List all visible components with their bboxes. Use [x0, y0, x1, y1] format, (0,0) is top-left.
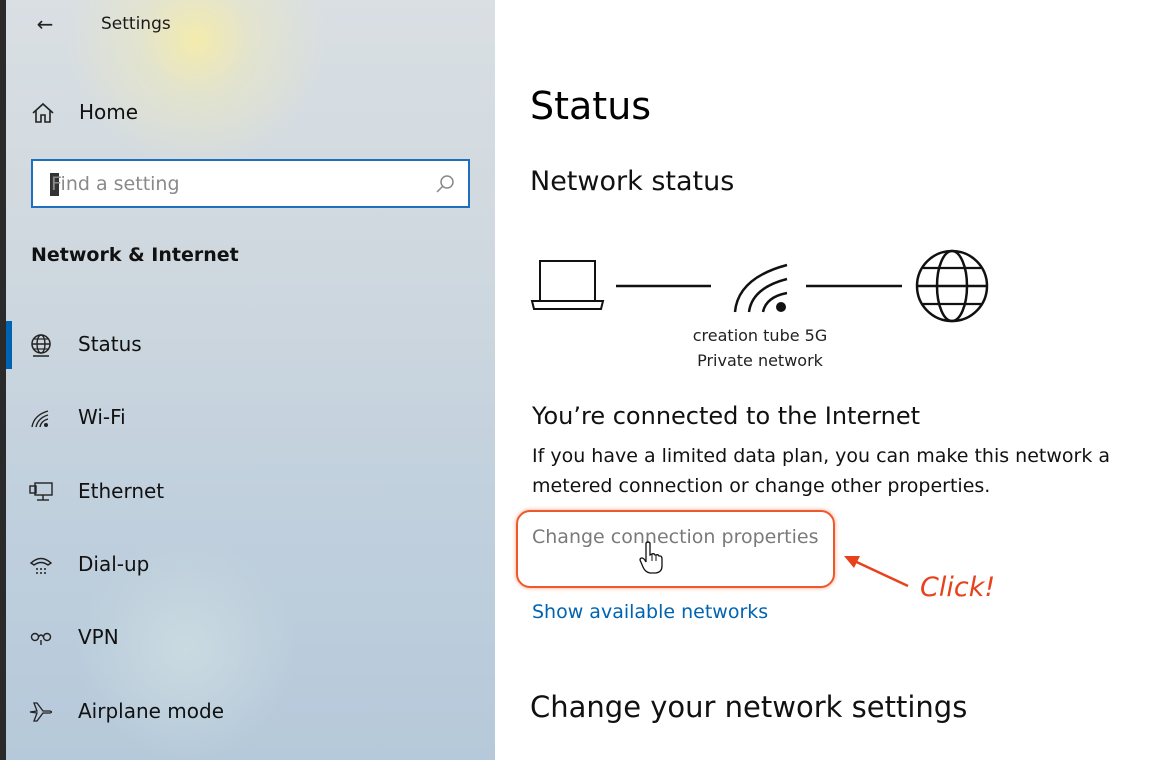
hand-cursor-icon	[639, 541, 663, 574]
sidebar-item-dialup[interactable]: Dial-up	[6, 541, 495, 589]
ethernet-icon	[29, 482, 53, 501]
vpn-icon	[30, 632, 52, 645]
search-icon[interactable]	[434, 173, 456, 195]
dialup-icon	[29, 557, 53, 574]
globe-icon	[31, 334, 51, 357]
back-button[interactable]: ←	[30, 10, 60, 40]
nav-home[interactable]: Home	[6, 92, 495, 134]
annotation-label: Click!	[920, 572, 996, 603]
app-title: Settings	[101, 14, 171, 34]
sidebar-item-wifi[interactable]: Wi-Fi	[6, 394, 495, 442]
network-status-diagram	[530, 249, 989, 323]
main-content: Status Network status creation tube 5G P…	[495, 0, 1158, 760]
change-network-settings-heading: Change your network settings	[530, 690, 968, 724]
network-type: Private network	[697, 351, 823, 370]
sidebar-item-label: Airplane mode	[78, 699, 225, 723]
back-arrow-icon: ←	[36, 12, 54, 36]
connection-status-title: You’re connected to the Internet	[532, 402, 921, 430]
wifi-signal-icon	[733, 263, 788, 313]
search-input[interactable]	[51, 171, 431, 197]
airplane-icon	[29, 702, 53, 722]
sidebar-item-status[interactable]: Status	[6, 321, 495, 369]
network-name: creation tube 5G	[692, 326, 828, 345]
network-status-heading: Network status	[530, 166, 735, 197]
sidebar-item-label: Status	[78, 332, 142, 356]
sidebar-item-label: Wi-Fi	[78, 405, 126, 429]
sidebar: ← Settings Home Network & Internet Statu…	[6, 0, 495, 760]
sidebar-item-ethernet[interactable]: Ethernet	[6, 468, 495, 516]
annotation-arrow-icon	[844, 556, 909, 588]
page-title: Status	[530, 84, 652, 128]
sidebar-item-label: Ethernet	[78, 479, 165, 503]
home-icon	[32, 102, 54, 123]
wifi-icon	[31, 410, 49, 428]
connection-description: If you have a limited data plan, you can…	[532, 445, 1111, 497]
show-available-networks-link[interactable]: Show available networks	[532, 601, 768, 623]
change-connection-properties-link[interactable]: Change connection properties	[532, 526, 818, 548]
sidebar-item-airplane[interactable]: Airplane mode	[6, 688, 495, 736]
internet-globe-icon	[915, 249, 989, 323]
search-box[interactable]	[31, 159, 470, 208]
sidebar-item-vpn[interactable]: VPN	[6, 614, 495, 662]
section-title: Network & Internet	[31, 244, 239, 266]
active-indicator	[6, 321, 12, 369]
sidebar-item-label: VPN	[78, 625, 119, 649]
home-label: Home	[79, 100, 139, 124]
sidebar-item-label: Dial-up	[78, 552, 150, 576]
annotation-highlight-ring	[516, 510, 835, 588]
laptop-icon	[530, 260, 605, 310]
